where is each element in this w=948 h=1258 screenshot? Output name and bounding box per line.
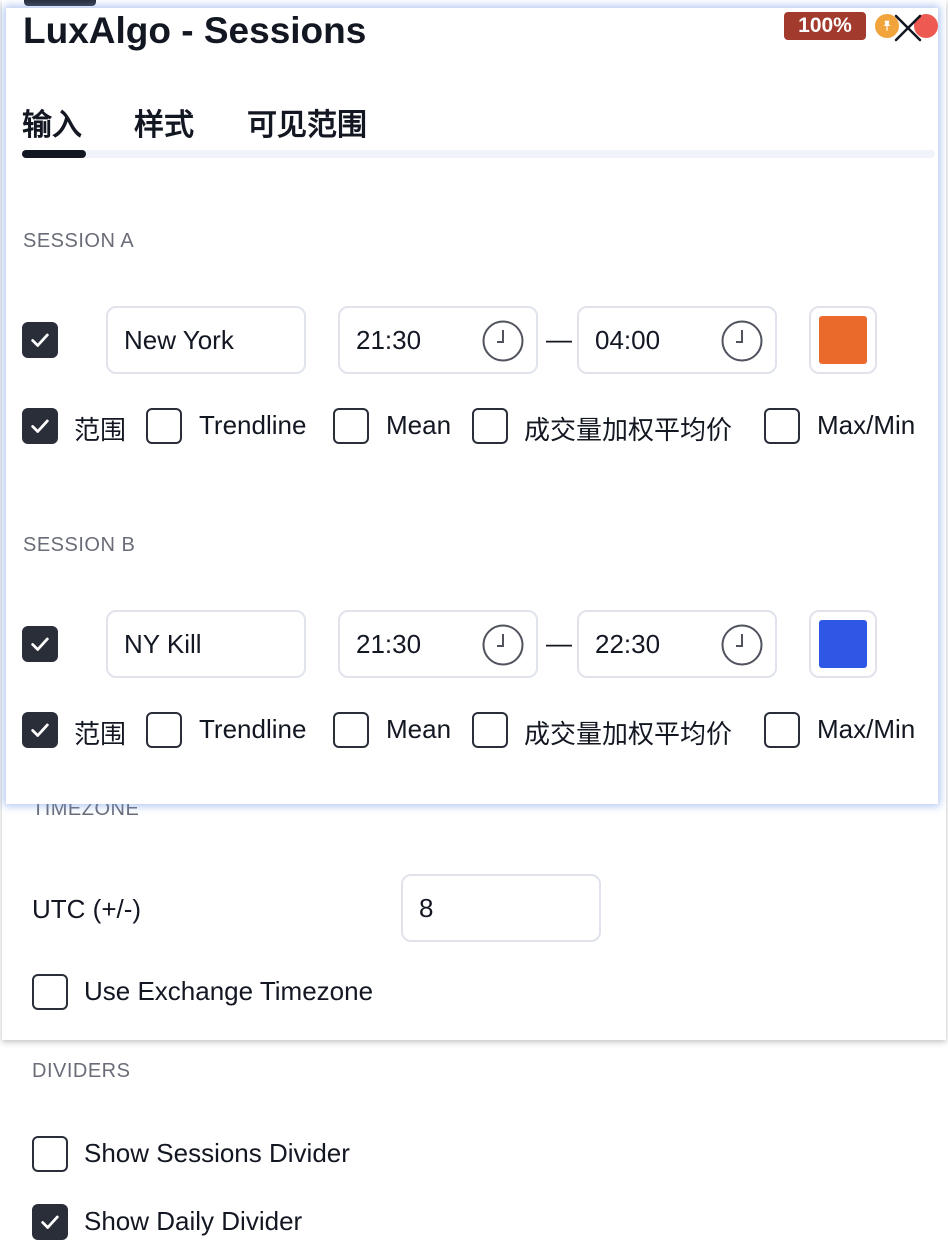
session-b-trendline-label: Trendline [199,714,307,744]
show-daily-divider-checkbox[interactable] [32,1204,68,1240]
session-a-mean-checkbox[interactable] [333,408,369,444]
clock-icon[interactable] [482,320,524,362]
session-b-name-input[interactable]: NY Kill [106,610,306,678]
session-b-color-picker[interactable] [809,610,877,678]
session-a-vwap-checkbox[interactable] [472,408,508,444]
show-sessions-divider-checkbox[interactable] [32,1136,68,1172]
session-b-end-time-input[interactable]: 22:30 [577,610,777,678]
session-b-name-value: NY Kill [124,628,202,659]
session-b-vwap-label: 成交量加权平均价 [524,719,733,749]
session-b-maxmin-label: Max/Min [817,714,916,744]
session-a-heading: SESSION A [23,230,135,252]
session-a-start-time-input[interactable]: 21:30 [338,306,538,374]
session-b-vwap-checkbox[interactable] [472,712,508,748]
checkmark-icon [31,637,49,651]
active-tab-indicator [22,150,86,158]
indicator-settings-dialog: LuxAlgo - Sessions 100% 输入 样式 可见范围 SESSI… [6,8,938,804]
session-a-mean-label: Mean [386,410,452,440]
session-a-trendline-checkbox[interactable] [146,408,182,444]
session-a-name-value: New York [124,324,234,355]
session-a-vwap-label: 成交量加权平均价 [524,415,733,445]
session-b-maxmin-checkbox[interactable] [764,712,800,748]
session-b-end-value: 22:30 [595,628,661,659]
session-a-end-value: 04:00 [595,324,661,355]
session-b-enabled-checkbox[interactable] [22,626,58,662]
session-b-mean-label: Mean [386,714,452,744]
clock-icon[interactable] [721,320,763,362]
session-a-trendline-label: Trendline [199,410,307,440]
back-panel-tab-indicator [24,0,96,6]
clock-icon[interactable] [482,624,524,666]
tab-track [22,150,935,158]
session-a-color-swatch [819,316,867,364]
checkmark-icon [31,419,49,433]
session-b-mean-checkbox[interactable] [333,712,369,748]
close-icon[interactable] [890,10,926,46]
zoom-badge: 100% [784,12,866,40]
checkmark-icon [31,333,49,347]
session-a-maxmin-label: Max/Min [817,410,916,440]
utc-offset-value: 8 [419,892,434,923]
session-b-heading: SESSION B [23,534,136,556]
dividers-heading: DIVIDERS [32,1060,131,1082]
checkmark-icon [31,723,49,737]
session-a-range-checkbox[interactable] [22,408,58,444]
session-a-color-picker[interactable] [809,306,877,374]
session-a-range-label: 范围 [74,415,127,445]
show-sessions-divider-label: Show Sessions Divider [84,1138,350,1168]
show-daily-divider-label: Show Daily Divider [84,1206,303,1236]
session-b-color-swatch [819,620,867,668]
session-b-range-label: 范围 [74,719,127,749]
session-b-start-time-input[interactable]: 21:30 [338,610,538,678]
session-a-enabled-checkbox[interactable] [22,322,58,358]
use-exchange-timezone-checkbox[interactable] [32,974,68,1010]
use-exchange-timezone-label: Use Exchange Timezone [84,976,374,1006]
utc-label: UTC (+/-) [32,894,142,924]
tab-inputs[interactable]: 输入 [22,100,82,144]
session-b-trendline-checkbox[interactable] [146,712,182,748]
clock-icon[interactable] [721,624,763,666]
tab-visibility[interactable]: 可见范围 [247,100,367,144]
session-b-range-checkbox[interactable] [22,712,58,748]
session-a-start-value: 21:30 [356,324,422,355]
session-a-maxmin-checkbox[interactable] [764,408,800,444]
tab-style[interactable]: 样式 [134,100,194,144]
session-a-end-time-input[interactable]: 04:00 [577,306,777,374]
dialog-title: LuxAlgo - Sessions [23,10,367,51]
session-a-name-input[interactable]: New York [106,306,306,374]
checkmark-icon [41,1215,59,1229]
time-range-separator: — [546,628,572,658]
session-b-start-value: 21:30 [356,628,422,659]
time-range-separator: — [546,324,572,354]
utc-offset-input[interactable]: 8 [401,874,601,942]
